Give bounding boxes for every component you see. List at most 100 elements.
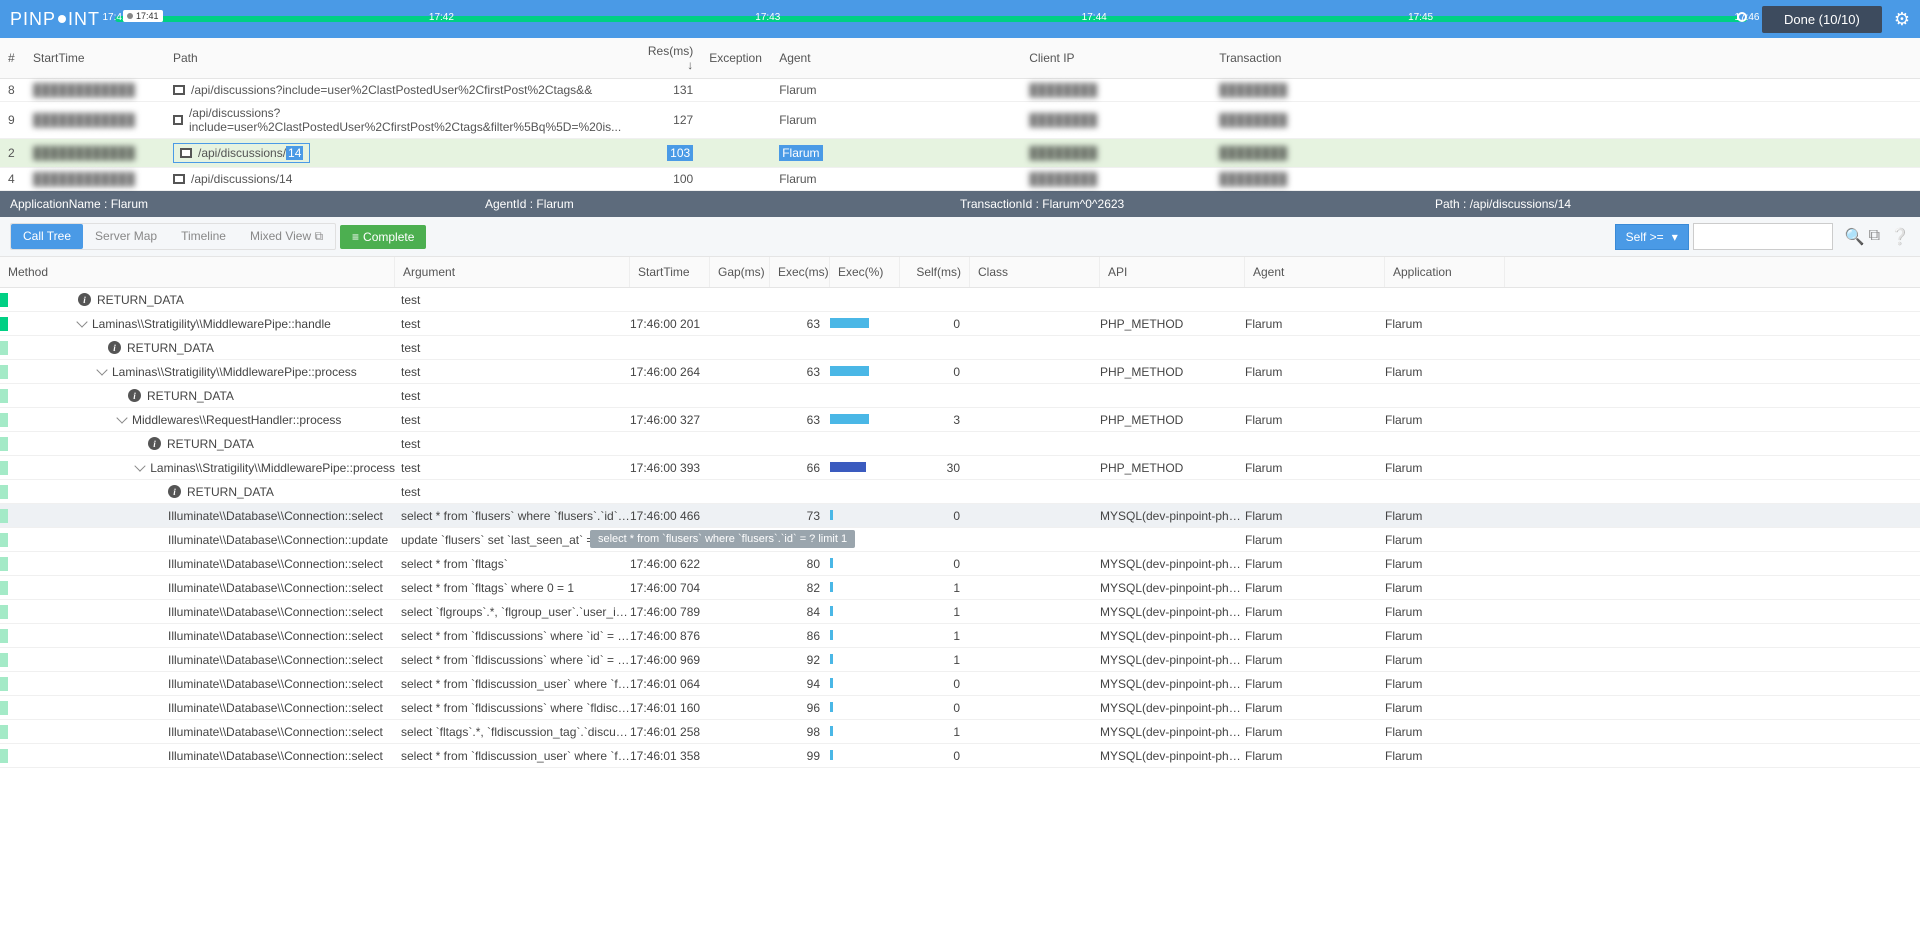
calltree-row[interactable]: iRETURN_DATA test	[0, 432, 1920, 456]
calltree-row[interactable]: Middlewares\\RequestHandler::process tes…	[0, 408, 1920, 432]
tx-row[interactable]: 4████████████/api/discussions/14100Flaru…	[0, 168, 1920, 191]
popout-icon[interactable]: ⧉	[1869, 227, 1880, 247]
cth-execp[interactable]: Exec(%)	[830, 257, 900, 287]
calltree-row[interactable]: Laminas\\Stratigility\\MiddlewarePipe::p…	[0, 360, 1920, 384]
cth-class[interactable]: Class	[970, 257, 1100, 287]
help-icon[interactable]: ❔	[1890, 227, 1910, 247]
chevron-down-icon[interactable]	[135, 461, 146, 472]
exec-bar	[830, 582, 833, 592]
filter-select[interactable]: Self >=▾	[1615, 224, 1689, 250]
app-cell: Flarum	[1385, 725, 1505, 739]
tab-mixedview[interactable]: Mixed View ⧉	[238, 224, 335, 249]
depth-bar	[0, 341, 8, 355]
tooltip: select * from `flusers` where `flusers`.…	[590, 530, 855, 548]
tab-timeline[interactable]: Timeline	[169, 224, 238, 249]
exec-bar	[830, 630, 833, 640]
chevron-down-icon[interactable]	[76, 317, 87, 328]
cth-exec[interactable]: Exec(ms)	[770, 257, 830, 287]
calltree-header: Method Argument StartTime Gap(ms) Exec(m…	[0, 257, 1920, 288]
calltree-row[interactable]: Illuminate\\Database\\Connection::select…	[0, 720, 1920, 744]
argument-cell: test	[395, 341, 630, 355]
exec-cell: 63	[770, 413, 830, 427]
complete-button[interactable]: ≡Complete	[340, 225, 426, 249]
start-cell: 17:46:00 969	[630, 653, 710, 667]
info-icon: i	[168, 485, 181, 498]
calltree-row[interactable]: iRETURN_DATA test	[0, 288, 1920, 312]
gear-icon[interactable]: ⚙	[1894, 9, 1910, 30]
calltree-row[interactable]: Illuminate\\Database\\Connection::select…	[0, 672, 1920, 696]
calltree-row[interactable]: Illuminate\\Database\\Connection::update…	[0, 528, 1920, 552]
tx-row[interactable]: 8████████████/api/discussions?include=us…	[0, 79, 1920, 102]
page-icon	[173, 174, 185, 184]
exec-cell: 98	[770, 725, 830, 739]
app-cell: Flarum	[1385, 413, 1505, 427]
method-name: Illuminate\\Database\\Connection::select	[168, 701, 383, 715]
logo-text-post: INT	[68, 9, 100, 30]
filter-input[interactable]	[1693, 223, 1833, 250]
col-num[interactable]: #	[0, 38, 25, 79]
tool-row: Call Tree Server Map Timeline Mixed View…	[0, 217, 1920, 257]
cth-app[interactable]: Application	[1385, 257, 1505, 287]
col-path[interactable]: Path	[165, 38, 631, 79]
col-agent[interactable]: Agent	[771, 38, 1021, 79]
calltree-row[interactable]: Illuminate\\Database\\Connection::select…	[0, 600, 1920, 624]
logo-dot-icon	[58, 15, 66, 23]
agent-cell: Flarum	[1245, 533, 1385, 547]
start-cell: 17:46:00 789	[630, 605, 710, 619]
app-cell: Flarum	[1385, 629, 1505, 643]
timeline-slider[interactable]: 17:41 17:4117:4217:4317:4417:4517:46	[115, 0, 1747, 38]
execp-cell	[830, 509, 900, 523]
search-icon[interactable]: 🔍	[1845, 227, 1865, 247]
cth-argument[interactable]: Argument	[395, 257, 630, 287]
calltree-row[interactable]: Laminas\\Stratigility\\MiddlewarePipe::p…	[0, 456, 1920, 480]
col-starttime[interactable]: StartTime	[25, 38, 165, 79]
col-exception[interactable]: Exception	[701, 38, 771, 79]
calltree-row[interactable]: Illuminate\\Database\\Connection::select…	[0, 624, 1920, 648]
col-clientip[interactable]: Client IP	[1021, 38, 1211, 79]
calltree-row[interactable]: Illuminate\\Database\\Connection::select…	[0, 576, 1920, 600]
col-res[interactable]: Res(ms) ↓	[631, 38, 701, 79]
calltree-row[interactable]: Illuminate\\Database\\Connection::select…	[0, 504, 1920, 528]
tx-row[interactable]: 9████████████/api/discussions?include=us…	[0, 102, 1920, 139]
tx-row[interactable]: 2████████████/api/discussions/14103Flaru…	[0, 139, 1920, 168]
execp-cell	[830, 581, 900, 595]
calltree-row[interactable]: Laminas\\Stratigility\\MiddlewarePipe::h…	[0, 312, 1920, 336]
chevron-down-icon[interactable]	[96, 365, 107, 376]
calltree-row[interactable]: Illuminate\\Database\\Connection::select…	[0, 696, 1920, 720]
timeline-knob[interactable]: 17:41	[123, 10, 163, 22]
depth-bar	[0, 437, 8, 451]
logo-text-pre: PINP	[10, 9, 56, 30]
calltree-row[interactable]: iRETURN_DATA test	[0, 336, 1920, 360]
cth-starttime[interactable]: StartTime	[630, 257, 710, 287]
exec-bar	[830, 654, 833, 664]
calltree-row[interactable]: iRETURN_DATA test	[0, 480, 1920, 504]
start-cell: 17:46:00 201	[630, 317, 710, 331]
info-path: Path : /api/discussions/14	[1435, 197, 1910, 211]
cth-gap[interactable]: Gap(ms)	[710, 257, 770, 287]
self-cell: 1	[900, 629, 970, 643]
calltree-row[interactable]: Illuminate\\Database\\Connection::select…	[0, 552, 1920, 576]
method-name: Illuminate\\Database\\Connection::select	[168, 581, 383, 595]
col-transaction[interactable]: Transaction	[1211, 38, 1920, 79]
argument-cell: select `flgroups`.*, `flgroup_user`.`use…	[395, 605, 630, 619]
calltree-row[interactable]: iRETURN_DATA test	[0, 384, 1920, 408]
cth-api[interactable]: API	[1100, 257, 1245, 287]
calltree-row[interactable]: Illuminate\\Database\\Connection::select…	[0, 648, 1920, 672]
execp-cell	[830, 461, 900, 475]
exec-bar	[830, 606, 833, 616]
tab-servermap[interactable]: Server Map	[83, 224, 169, 249]
transactions-table: # StartTime Path Res(ms) ↓ Exception Age…	[0, 38, 1920, 191]
cth-agent[interactable]: Agent	[1245, 257, 1385, 287]
time-tick: 17:45	[1408, 12, 1433, 23]
cth-method[interactable]: Method	[0, 257, 395, 287]
start-cell: 17:46:00 622	[630, 557, 710, 571]
agent-cell: Flarum	[1245, 605, 1385, 619]
chevron-down-icon[interactable]	[116, 413, 127, 424]
self-cell: 1	[900, 605, 970, 619]
tab-calltree[interactable]: Call Tree	[11, 224, 83, 249]
self-cell: 0	[900, 749, 970, 763]
cth-self[interactable]: Self(ms)	[900, 257, 970, 287]
done-button[interactable]: Done (10/10)	[1762, 6, 1882, 33]
calltree-row[interactable]: Illuminate\\Database\\Connection::select…	[0, 744, 1920, 768]
depth-bar	[0, 461, 8, 475]
